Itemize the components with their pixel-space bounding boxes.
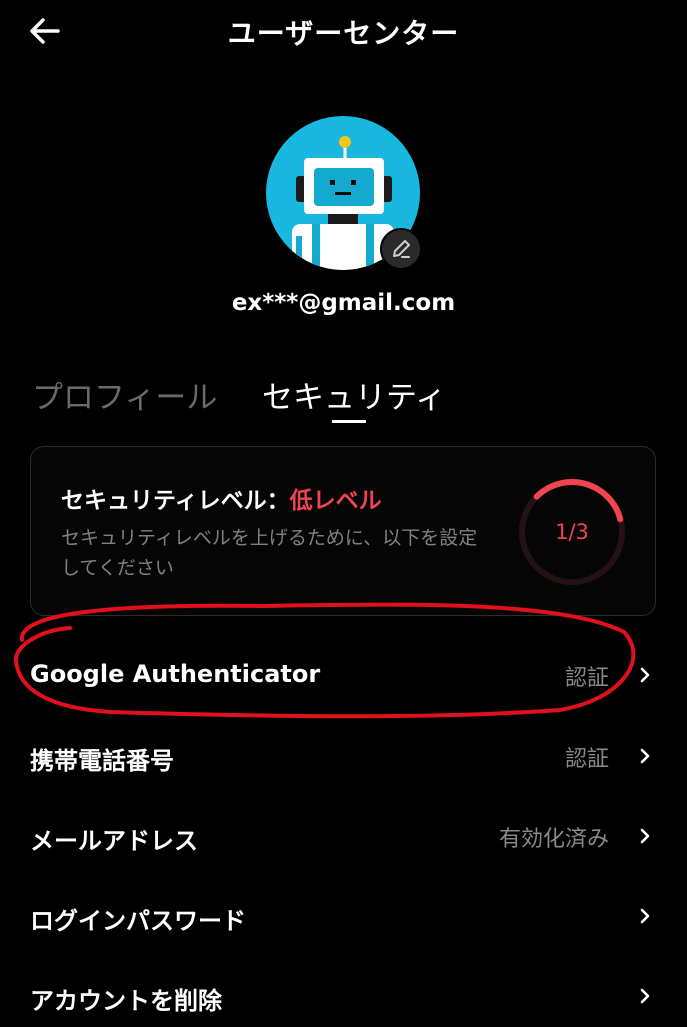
tab-profile[interactable]: プロフィール <box>32 372 217 417</box>
row-status: 有効化済み <box>498 827 609 852</box>
settings-row-email[interactable]: メールアドレス 有効化済み <box>0 807 687 867</box>
tab-security[interactable]: セキュリティ <box>262 372 446 417</box>
chevron-right-icon <box>640 908 650 924</box>
settings-row-phone[interactable]: 携帯電話番号 認証 <box>0 727 687 787</box>
header: ユーザーセンター <box>0 0 687 60</box>
security-level-heading: セキュリティレベル：低レベル <box>61 481 382 515</box>
security-level-description: セキュリティレベルを上げるために、以下を設定してください <box>61 527 478 579</box>
row-label: メールアドレス <box>30 827 198 855</box>
chevron-right-icon <box>640 667 650 683</box>
settings-row-google-authenticator[interactable]: Google Authenticator 認証 <box>0 646 687 706</box>
chevron-right-icon <box>640 988 650 1004</box>
user-email: ex***@gmail.com <box>231 290 456 316</box>
settings-row-login-password[interactable]: ログインパスワード <box>0 887 687 947</box>
edit-avatar-button[interactable] <box>380 228 422 270</box>
row-label: Google Authenticator <box>30 660 321 688</box>
row-status: 認証 <box>564 747 609 772</box>
row-status: 認証 <box>564 666 609 691</box>
row-label: ログインパスワード <box>30 907 246 935</box>
avatar[interactable] <box>266 116 422 270</box>
settings-row-delete-account[interactable]: アカウントを削除 <box>0 967 687 1027</box>
security-level-value: 低レベル <box>289 488 382 514</box>
page-title: ユーザーセンター <box>227 17 460 50</box>
security-level-card: セキュリティレベル：低レベル セキュリティレベルを上げるために、以下を設定してく… <box>30 446 656 616</box>
row-label: アカウントを削除 <box>30 987 222 1015</box>
security-progress-text: 1/3 <box>555 520 589 544</box>
chevron-right-icon <box>640 748 650 764</box>
security-level-label: セキュリティレベル： <box>61 488 290 514</box>
chevron-right-icon <box>640 828 650 844</box>
active-tab-indicator <box>332 420 366 423</box>
pencil-icon <box>393 240 410 258</box>
row-label: 携帯電話番号 <box>30 747 174 775</box>
